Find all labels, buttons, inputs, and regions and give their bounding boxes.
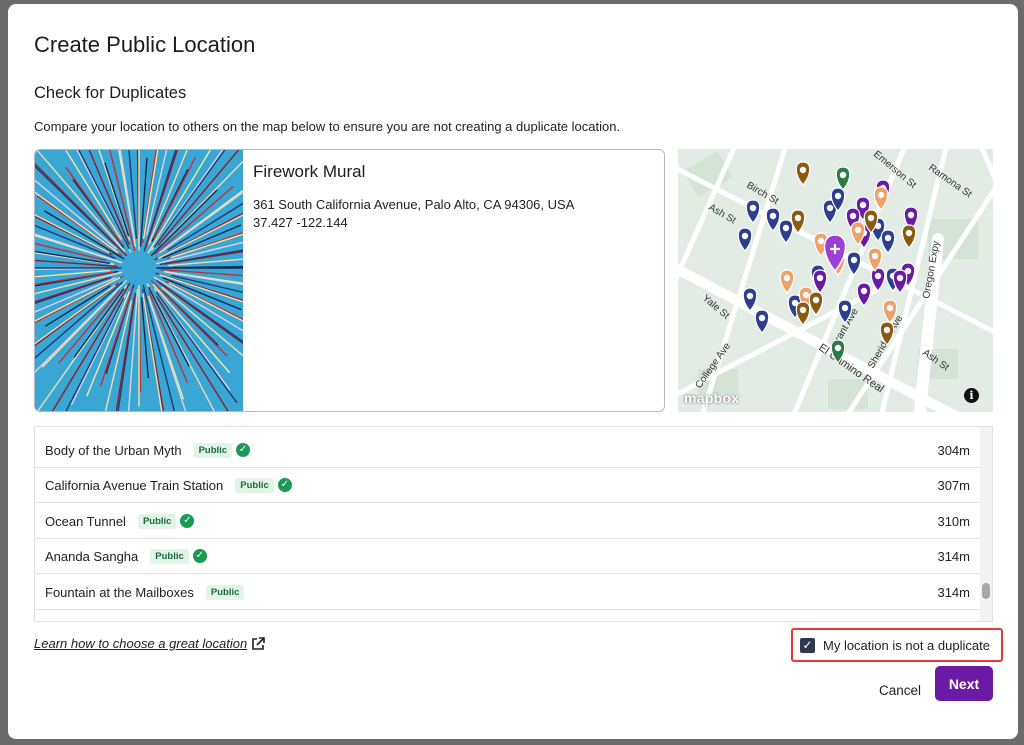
item-distance: 310m [937,514,970,529]
create-location-modal: Create Public Location Check for Duplica… [8,4,1018,739]
verified-check-icon: ✓ [192,549,207,563]
next-button[interactable]: Next [935,666,993,701]
not-duplicate-checkbox-row[interactable]: ✓ My location is not a duplicate [791,628,1003,662]
nearby-locations-list[interactable]: Body of the Urban Myth Public ✓ 304m Cal… [34,426,993,622]
not-duplicate-label[interactable]: My location is not a duplicate [823,638,990,653]
location-photo [35,150,334,411]
location-coordinates: 37.427 -122.144 [253,215,348,230]
location-card: Firework Mural 361 South California Aven… [34,149,665,412]
verified-check-icon: ✓ [236,443,251,457]
not-duplicate-checkbox[interactable]: ✓ [800,637,815,653]
item-name: California Avenue Train Station [45,477,224,493]
map-canvas[interactable]: Ramona St Emerson St Birch St Ash St Ore… [678,149,993,412]
duplicate-map[interactable]: Ramona St Emerson St Birch St Ash St Ore… [678,149,993,412]
list-item[interactable]: Ananda Sangha Public ✓ 314m [35,539,980,574]
list-item[interactable]: Ocean Tunnel Public ✓ 310m [35,504,980,539]
item-name: Ocean Tunnel [45,513,126,529]
learn-more-text: Learn how to choose a great location [34,636,248,651]
list-item[interactable]: California Avenue Train Station Public ✓… [35,468,980,503]
public-badge: Public [235,477,274,493]
item-distance: 307m [937,478,970,493]
location-address: 361 South California Avenue, Palo Alto, … [253,197,575,212]
list-item[interactable]: Body of the Urban Myth Public ✓ 304m [35,433,980,468]
learn-more-link[interactable]: Learn how to choose a great location [34,636,266,651]
list-scroll-area[interactable]: Body of the Urban Myth Public ✓ 304m Cal… [35,427,980,621]
public-badge: Public [150,548,189,564]
location-name: Firework Mural [253,162,366,181]
item-name: Ananda Sangha [45,548,139,564]
scrollbar-thumb[interactable] [982,583,990,599]
mapbox-logo: mapbox [684,390,740,406]
item-distance: 314m [937,585,970,600]
external-link-icon [252,636,266,650]
item-name: Body of the Urban Myth [45,442,182,458]
item-distance: 314m [937,549,970,564]
item-distance: 304m [937,443,970,458]
modal-title: Create Public Location [34,32,256,57]
item-name: Fountain at the Mailboxes [45,584,194,600]
public-badge: Public [137,513,177,529]
public-badge: Public [193,442,233,458]
verified-check-icon: ✓ [277,478,292,492]
public-badge: Public [205,584,245,600]
map-info-icon[interactable]: i [964,388,979,403]
list-item[interactable]: Fountain at the Mailboxes Public 314m [35,575,980,610]
section-title: Check for Duplicates [34,84,187,102]
verified-check-icon: ✓ [180,514,195,528]
list-scrollbar[interactable] [980,427,992,621]
cancel-button[interactable]: Cancel [870,672,930,708]
section-description: Compare your location to others on the m… [34,119,621,134]
